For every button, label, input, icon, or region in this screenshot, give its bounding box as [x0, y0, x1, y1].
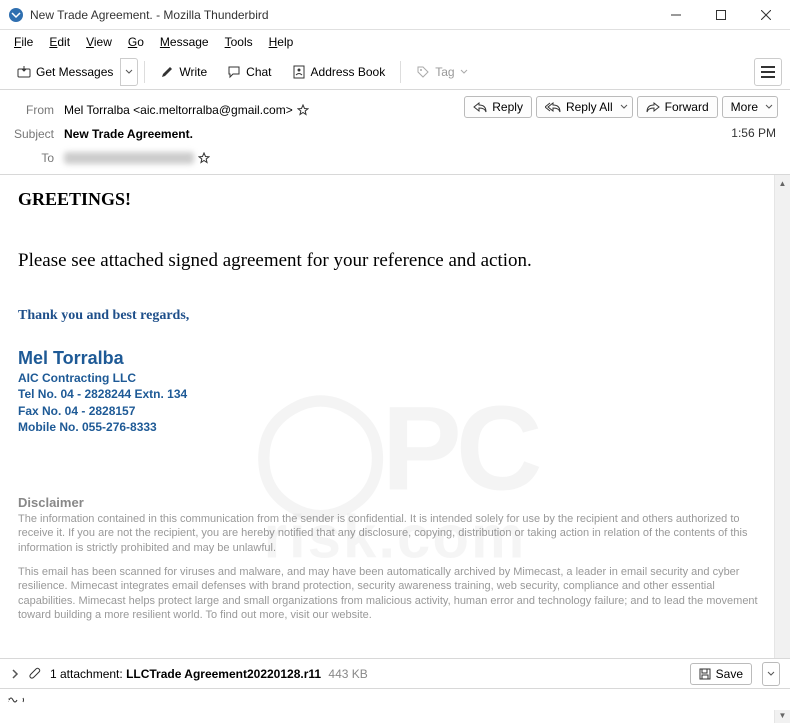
menu-help[interactable]: Help [263, 33, 300, 51]
signature-fax: Fax No. 04 - 2828157 [18, 403, 772, 419]
signature: Mel Torralba AIC Contracting LLC Tel No.… [18, 346, 772, 435]
chat-button[interactable]: Chat [218, 60, 280, 84]
maximize-button[interactable] [698, 0, 743, 30]
menubar: File Edit View Go Message Tools Help [0, 30, 790, 54]
menu-go[interactable]: Go [122, 33, 150, 51]
reply-all-label: Reply All [566, 100, 613, 114]
more-button[interactable]: More [722, 96, 778, 118]
signature-mobile: Mobile No. 055-276-8333 [18, 419, 772, 435]
attachment-filename: LLCTrade Agreement20220128.r11 [126, 667, 321, 681]
forward-button[interactable]: Forward [637, 96, 718, 118]
save-dropdown[interactable] [762, 662, 780, 686]
address-book-label: Address Book [311, 65, 386, 79]
app-menu-button[interactable] [754, 58, 782, 86]
get-messages-label: Get Messages [36, 65, 113, 79]
menu-message[interactable]: Message [154, 33, 215, 51]
scrollbar[interactable]: ▲ ▼ [774, 175, 790, 723]
menu-edit[interactable]: Edit [43, 33, 76, 51]
separator [400, 61, 401, 83]
separator [144, 61, 145, 83]
tag-icon [416, 65, 430, 79]
reply-all-button[interactable]: Reply All [536, 96, 633, 118]
menu-tools[interactable]: Tools [219, 33, 259, 51]
message-body: GREETINGS! Please see attached signed ag… [0, 175, 790, 636]
from-label: From [12, 103, 64, 117]
to-label: To [12, 151, 64, 165]
activity-icon [8, 694, 24, 706]
save-icon [699, 668, 711, 680]
reply-button[interactable]: Reply [464, 96, 532, 118]
action-buttons: Reply Reply All Forward More [464, 96, 778, 118]
body-text: Please see attached signed agreement for… [18, 250, 772, 272]
forward-icon [646, 101, 660, 113]
disclaimer-text: This email has been scanned for viruses … [18, 565, 772, 622]
message-body-area: ◯PC risk.com GREETINGS! Please see attac… [0, 175, 790, 723]
signature-tel: Tel No. 04 - 2828244 Extn. 134 [18, 386, 772, 402]
signature-name: Mel Torralba [18, 346, 772, 370]
get-messages-dropdown[interactable] [120, 58, 138, 86]
write-label: Write [179, 65, 207, 79]
thunderbird-icon [8, 7, 24, 23]
titlebar: New Trade Agreement. - Mozilla Thunderbi… [0, 0, 790, 30]
address-book-button[interactable]: Address Book [283, 60, 395, 84]
tag-label: Tag [435, 65, 454, 79]
chat-label: Chat [246, 65, 271, 79]
subject-label: Subject [12, 127, 64, 141]
message-time: 1:56 PM [731, 126, 776, 140]
expand-icon[interactable] [10, 669, 20, 679]
menu-file[interactable]: File [8, 33, 39, 51]
tag-button[interactable]: Tag [407, 60, 476, 84]
more-label: More [731, 100, 758, 114]
reply-all-icon [545, 101, 561, 113]
close-button[interactable] [743, 0, 788, 30]
get-messages-button[interactable]: Get Messages [8, 60, 122, 84]
scroll-up-icon[interactable]: ▲ [775, 175, 790, 191]
save-label: Save [716, 667, 743, 681]
chevron-down-icon [620, 103, 628, 111]
address-book-icon [292, 65, 306, 79]
attachment-info[interactable]: 1 attachment: LLCTrade Agreement20220128… [50, 667, 368, 681]
attachment-bar: 1 attachment: LLCTrade Agreement20220128… [0, 658, 790, 688]
pencil-icon [160, 65, 174, 79]
reply-icon [473, 101, 487, 113]
subject-value: New Trade Agreement. [64, 127, 193, 141]
chat-icon [227, 65, 241, 79]
reply-label: Reply [492, 100, 523, 114]
menu-view[interactable]: View [80, 33, 118, 51]
minimize-button[interactable] [653, 0, 698, 30]
attachment-size: 443 KB [328, 667, 367, 681]
attachment-count: 1 attachment: [50, 667, 123, 681]
forward-label: Forward [665, 100, 709, 114]
toolbar: Get Messages Write Chat Address Book Tag [0, 54, 790, 90]
closing-text: Thank you and best regards, [18, 308, 772, 324]
save-attachment-button[interactable]: Save [690, 663, 752, 685]
window-title: New Trade Agreement. - Mozilla Thunderbi… [30, 8, 653, 22]
disclaimer-heading: Disclaimer [18, 495, 772, 510]
write-button[interactable]: Write [151, 60, 216, 84]
to-value-redacted [64, 152, 194, 164]
from-value[interactable]: Mel Torralba <aic.meltorralba@gmail.com> [64, 103, 293, 117]
message-headers: Reply Reply All Forward More From Mel To… [0, 90, 790, 175]
signature-company: AIC Contracting LLC [18, 370, 772, 386]
greeting-text: GREETINGS! [18, 189, 772, 210]
star-icon[interactable] [198, 152, 210, 164]
star-icon[interactable] [297, 104, 309, 116]
chevron-down-icon [765, 103, 773, 111]
download-icon [17, 65, 31, 79]
paperclip-icon [28, 667, 42, 681]
disclaimer-text: The information contained in this commun… [18, 512, 772, 555]
status-bar [0, 688, 790, 710]
